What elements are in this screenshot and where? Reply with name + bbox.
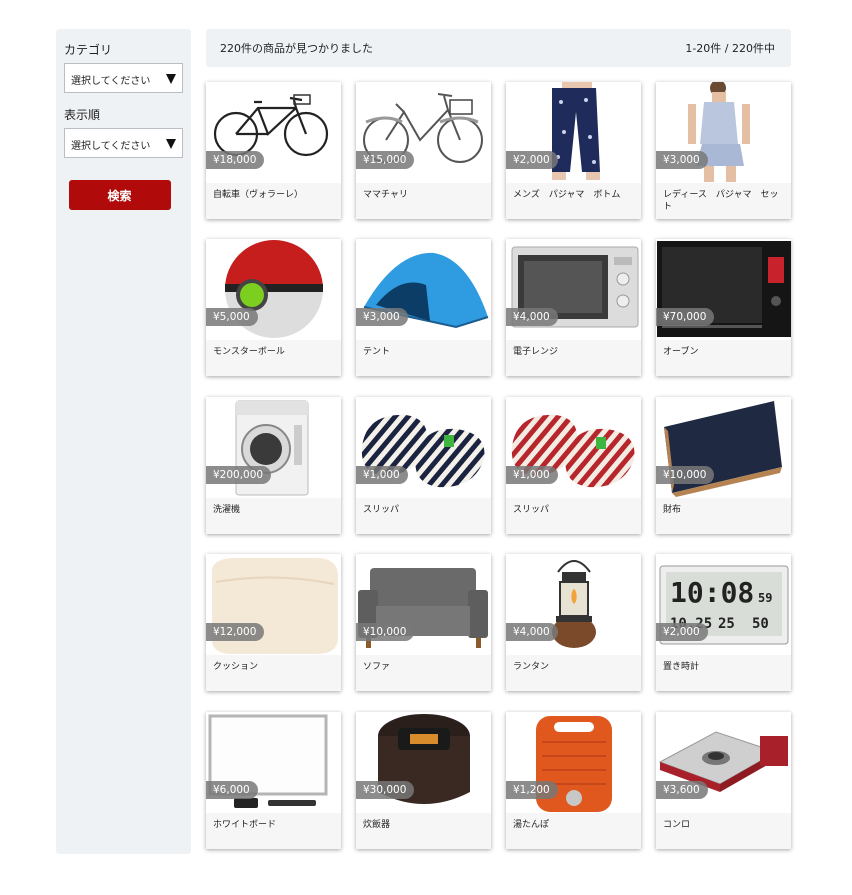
sort-label: 表示順 (64, 108, 101, 122)
product-price: ¥4,000 (506, 308, 558, 326)
product-price: ¥1,000 (506, 466, 558, 484)
product-price: ¥200,000 (206, 466, 272, 484)
result-count: 220件の商品が見つかりました (220, 42, 373, 55)
product-name[interactable]: ソファ (363, 661, 487, 673)
product-card[interactable]: 10:08 59 10.25 25 50 ¥2,000 置き時計 (656, 554, 791, 691)
sort-select-value: 選択してください (71, 141, 151, 152)
product-name[interactable]: テント (363, 346, 487, 358)
clock-time: 10:08 (670, 576, 754, 609)
product-name[interactable]: クッション (213, 661, 337, 673)
product-card[interactable]: ¥1,200 湯たんぽ (506, 712, 641, 849)
product-card[interactable]: ¥3,000 テント (356, 239, 491, 376)
product-card[interactable]: ¥30,000 炊飯器 (356, 712, 491, 849)
search-button[interactable]: 検索 (68, 180, 171, 210)
product-name[interactable]: スリッパ (513, 504, 637, 516)
product-price: ¥3,000 (656, 151, 708, 169)
product-card[interactable]: ¥70,000 オーブン (656, 239, 791, 376)
chevron-down-icon (166, 74, 176, 84)
product-card[interactable]: ¥10,000 ソファ (356, 554, 491, 691)
product-name[interactable]: 置き時計 (663, 661, 787, 673)
category-select[interactable]: 選択してください (64, 63, 183, 93)
product-name[interactable]: 炊飯器 (363, 819, 487, 831)
product-name[interactable]: スリッパ (363, 504, 487, 516)
product-price: ¥12,000 (206, 623, 265, 641)
product-card[interactable]: ¥15,000 ママチャリ (356, 82, 491, 219)
product-card[interactable]: ¥1,000 スリッパ (506, 397, 641, 534)
product-price: ¥15,000 (356, 151, 415, 169)
product-price: ¥70,000 (656, 308, 715, 326)
product-price: ¥18,000 (206, 151, 265, 169)
category-select-value: 選択してください (71, 76, 151, 87)
category-label: カテゴリ (64, 43, 113, 57)
filter-sidebar: カテゴリ 選択してください 表示順 選択してください 検索 (56, 29, 191, 854)
product-card[interactable]: ¥4,000 電子レンジ (506, 239, 641, 376)
product-price: ¥10,000 (656, 466, 715, 484)
product-card[interactable]: ¥12,000 クッション (206, 554, 341, 691)
product-card[interactable]: ¥4,000 ランタン (506, 554, 641, 691)
product-name[interactable]: モンスターボール (213, 346, 337, 358)
product-card[interactable]: ¥2,000 メンズ パジャマ ボトム (506, 82, 641, 219)
product-name[interactable]: 湯たんぽ (513, 819, 637, 831)
clock-humidity: 50 (752, 616, 769, 632)
product-card[interactable]: ¥18,000 自転車（ヴォラーレ） (206, 82, 341, 219)
product-card[interactable]: ¥3,000 レディース パジャマ セット (656, 82, 791, 219)
product-name[interactable]: ママチャリ (363, 189, 487, 201)
clock-seconds: 59 (758, 591, 772, 605)
product-name[interactable]: 財布 (663, 504, 787, 516)
product-price: ¥6,000 (206, 781, 258, 799)
product-name[interactable]: メンズ パジャマ ボトム (513, 189, 637, 201)
product-name[interactable]: レディース パジャマ セット (663, 189, 787, 213)
product-name[interactable]: 洗濯機 (213, 504, 337, 516)
product-price: ¥3,600 (656, 781, 708, 799)
product-price: ¥30,000 (356, 781, 415, 799)
sort-select[interactable]: 選択してください (64, 128, 183, 158)
product-card[interactable]: ¥6,000 ホワイトボード (206, 712, 341, 849)
product-name[interactable]: 自転車（ヴォラーレ） (213, 189, 337, 201)
product-card[interactable]: ¥5,000 モンスターボール (206, 239, 341, 376)
product-card[interactable]: ¥1,000 スリッパ (356, 397, 491, 534)
product-name[interactable]: ホワイトボード (213, 819, 337, 831)
chevron-down-icon (166, 139, 176, 149)
product-price: ¥1,000 (356, 466, 408, 484)
product-price: ¥1,200 (506, 781, 558, 799)
product-name[interactable]: コンロ (663, 819, 787, 831)
product-price: ¥5,000 (206, 308, 258, 326)
product-price: ¥3,000 (356, 308, 408, 326)
product-price: ¥10,000 (356, 623, 415, 641)
product-card[interactable]: ¥10,000 財布 (656, 397, 791, 534)
product-card[interactable]: ¥200,000 洗濯機 (206, 397, 341, 534)
clock-temp: 25 (718, 616, 735, 632)
product-name[interactable]: 電子レンジ (513, 346, 637, 358)
product-price: ¥2,000 (656, 623, 708, 641)
product-name[interactable]: ランタン (513, 661, 637, 673)
result-range: 1-20件 / 220件中 (685, 42, 775, 55)
product-price: ¥4,000 (506, 623, 558, 641)
results-bar: 220件の商品が見つかりました 1-20件 / 220件中 (206, 29, 791, 67)
product-card[interactable]: ¥3,600 コンロ (656, 712, 791, 849)
product-name[interactable]: オーブン (663, 346, 787, 358)
product-price: ¥2,000 (506, 151, 558, 169)
